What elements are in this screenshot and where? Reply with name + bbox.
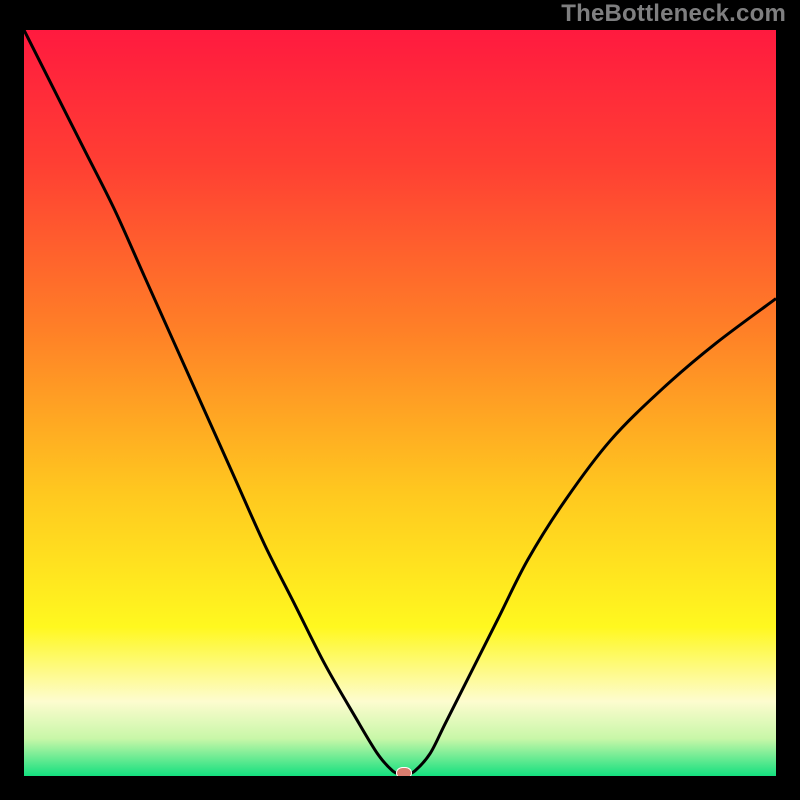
plot-area [24,30,776,776]
bottleneck-chart [24,30,776,776]
minimum-marker [396,767,412,776]
watermark-label: TheBottleneck.com [561,0,786,28]
gradient-background [24,30,776,776]
figure: TheBottleneck.com [0,0,800,800]
